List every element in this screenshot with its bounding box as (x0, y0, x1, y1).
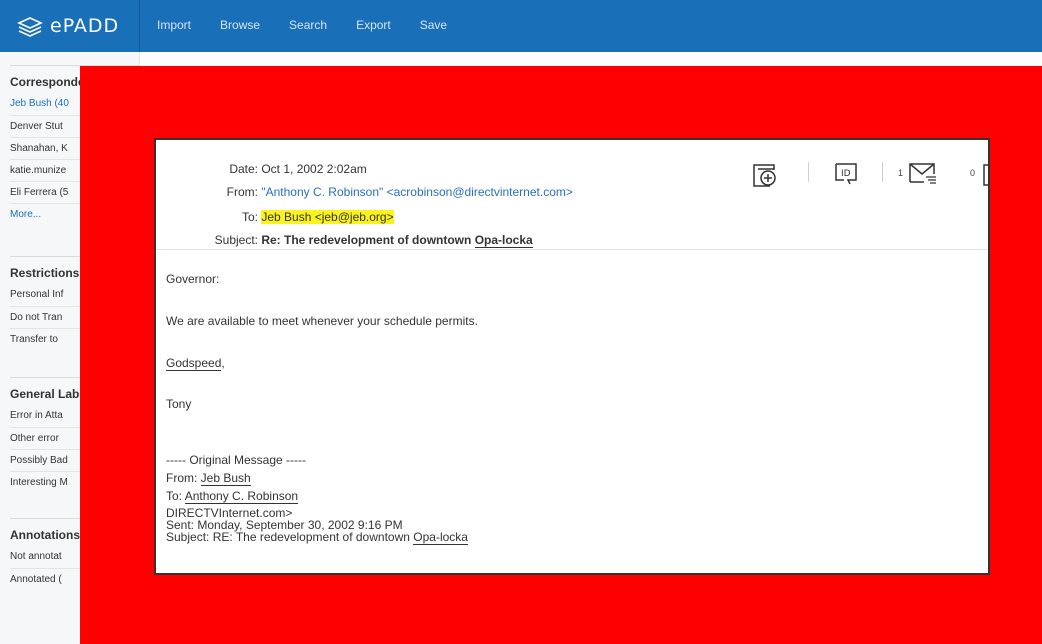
original-to-label: To: (166, 489, 185, 503)
message-viewer: Date: Oct 1, 2002 2:02am From: "Anthony … (154, 138, 990, 575)
message-header: Date: Oct 1, 2002 2:02am From: "Anthony … (156, 140, 990, 250)
nav-import[interactable]: Import (157, 18, 191, 32)
signoff-line: Godspeed, (166, 356, 225, 371)
to-label: To: (241, 210, 258, 224)
original-subject-text: Subject: RE: The redevelopment of downto… (166, 530, 414, 544)
date-value: Oct 1, 2002 2:02am (261, 162, 367, 176)
toolbar-separator (808, 162, 809, 182)
original-message: ----- Original Message ----- From: Jeb B… (166, 453, 468, 545)
from-row: From: "Anthony C. Robinson" <acrobinson@… (156, 185, 573, 199)
logo-divider (139, 0, 140, 52)
from-value[interactable]: "Anthony C. Robinson" <acrobinson@direct… (261, 185, 573, 199)
signature: Tony (166, 397, 192, 411)
body-line: We are available to meet whenever your s… (166, 314, 478, 328)
original-to-link[interactable]: Anthony C. Robinson (184, 489, 299, 504)
original-subject-link[interactable]: Opa-locka (413, 530, 468, 545)
original-subject-row: Subject: RE: The redevelopment of downto… (166, 530, 468, 545)
message-count: 1 (898, 168, 904, 178)
original-header: ----- Original Message ----- (166, 453, 307, 467)
svg-text:ID: ID (841, 169, 851, 179)
nav-save[interactable]: Save (420, 18, 447, 32)
original-from-label: From: (166, 471, 201, 485)
subject-row: Subject: Re: The redevelopment of downto… (156, 233, 533, 248)
main-nav: Import Browse Search Export Save (157, 18, 476, 32)
greeting: Governor: (166, 272, 220, 286)
subject-link[interactable]: Opa-locka (474, 233, 533, 248)
toolbar-separator (882, 162, 883, 182)
subject-label: Subject: (214, 233, 258, 247)
to-row: To: Jeb Bush <jeb@jeb.org> (156, 210, 394, 224)
from-label: From: (226, 185, 258, 199)
top-navigation-bar: ePADD Import Browse Search Export Save (0, 0, 1042, 52)
signoff-link[interactable]: Godspeed (166, 356, 222, 371)
add-label-icon[interactable] (752, 162, 780, 188)
original-to-row: To: Anthony C. Robinson (166, 489, 468, 507)
original-from-row: From: Jeb Bush (166, 471, 468, 490)
message-count-icon[interactable] (908, 160, 938, 188)
signoff-tail: , (221, 356, 225, 370)
nav-browse[interactable]: Browse (220, 18, 260, 32)
nav-export[interactable]: Export (356, 18, 391, 32)
epadd-logo[interactable]: ePADD (16, 12, 140, 40)
id-icon[interactable]: ID (834, 162, 858, 186)
other-count: 0 (970, 168, 976, 178)
subject-text: Re: The redevelopment of downtown (261, 233, 475, 247)
epadd-logo-icon (17, 17, 43, 37)
nav-search[interactable]: Search (289, 18, 327, 32)
date-row: Date: Oct 1, 2002 2:02am (156, 162, 367, 176)
to-value[interactable]: Jeb Bush <jeb@jeb.org> (261, 210, 394, 224)
date-label: Date: (229, 162, 258, 176)
original-from-link[interactable]: Jeb Bush (200, 471, 251, 486)
logo-text: ePADD (50, 15, 120, 37)
attachment-count-icon[interactable] (982, 164, 990, 186)
